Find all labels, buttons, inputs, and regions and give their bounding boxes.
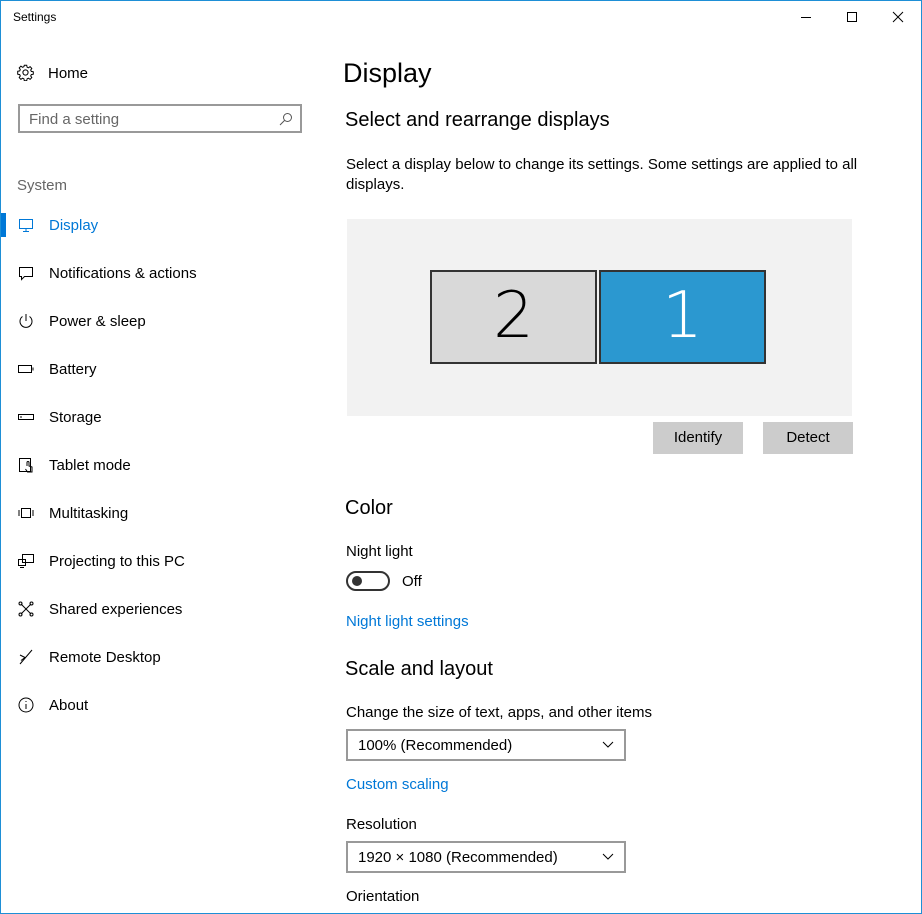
info-icon (18, 697, 34, 713)
search-input[interactable] (29, 110, 269, 128)
section-label-system: System (17, 177, 68, 194)
color-heading: Color (345, 497, 393, 519)
sidebar-item-shared-experiences[interactable]: Shared experiences (1, 585, 321, 633)
night-light-label: Night light (346, 543, 413, 560)
sidebar-item-multitasking[interactable]: Multitasking (1, 489, 321, 537)
display-2-tile[interactable]: 2 (430, 270, 597, 364)
nav-list: Display Notifications & actions Power & … (1, 201, 321, 729)
home-nav-item[interactable]: Home (17, 61, 297, 85)
sidebar-item-label: About (49, 697, 89, 714)
selection-indicator (1, 213, 6, 237)
night-light-state: Off (402, 573, 422, 590)
chevron-down-icon (602, 741, 614, 748)
display-arrangement-area: 2 1 (347, 219, 852, 416)
sidebar-item-label: Tablet mode (49, 457, 131, 474)
gear-icon (17, 64, 34, 81)
chevron-down-icon (602, 853, 614, 860)
scale-value: 100% (Recommended) (358, 737, 513, 754)
tablet-icon (19, 458, 33, 473)
night-light-settings-link[interactable]: Night light settings (346, 613, 469, 630)
monitor-icon (19, 219, 33, 232)
orientation-label: Orientation (346, 888, 420, 905)
sidebar-item-label: Projecting to this PC (49, 553, 185, 570)
sidebar-item-label: Battery (49, 361, 97, 378)
night-light-toggle[interactable] (346, 571, 390, 591)
arrange-description: Select a display below to change its set… (346, 156, 858, 193)
sidebar-item-projecting[interactable]: Projecting to this PC (1, 537, 321, 585)
home-label: Home (48, 65, 89, 82)
minimize-button[interactable] (783, 1, 829, 33)
maximize-icon (847, 12, 857, 22)
detect-button[interactable]: Detect (763, 422, 853, 454)
projecting-icon (18, 554, 34, 568)
sidebar-item-label: Display (49, 217, 99, 234)
sidebar-item-label: Remote Desktop (49, 649, 161, 666)
close-icon (892, 11, 904, 23)
sidebar-item-display[interactable]: Display (1, 201, 321, 249)
settings-window: Settings Home Find a setting System Disp… (0, 0, 922, 914)
search-box[interactable] (18, 104, 302, 133)
sidebar-item-label: Power & sleep (49, 313, 146, 330)
toggle-knob (352, 576, 362, 586)
search-icon (279, 113, 292, 126)
sidebar: Home System (1, 33, 321, 913)
sidebar-item-about[interactable]: About (1, 681, 321, 729)
resolution-dropdown[interactable]: 1920 × 1080 (Recommended) (346, 841, 626, 873)
size-label: Change the size of text, apps, and other… (346, 704, 653, 721)
shared-icon (18, 601, 34, 617)
sidebar-item-tablet-mode[interactable]: Tablet mode (1, 441, 321, 489)
sidebar-item-label: Shared experiences (49, 601, 183, 618)
resolution-label: Resolution (346, 816, 417, 833)
scale-dropdown[interactable]: 100% (Recommended) (346, 729, 626, 761)
page-title: Display (343, 58, 432, 88)
close-button[interactable] (875, 1, 921, 33)
minimize-icon (801, 17, 811, 18)
display-1-tile[interactable]: 1 (599, 270, 766, 364)
power-icon (19, 314, 33, 328)
sidebar-item-label: Storage (49, 409, 102, 426)
remote-desktop-icon (19, 649, 33, 665)
sidebar-item-storage[interactable]: Storage (1, 393, 321, 441)
battery-icon (18, 365, 34, 373)
sidebar-item-power-sleep[interactable]: Power & sleep (1, 297, 321, 345)
main-content: Display Select and rearrange displays Se… (321, 33, 921, 913)
multitasking-icon (18, 508, 34, 518)
notification-icon (19, 267, 33, 281)
maximize-button[interactable] (829, 1, 875, 33)
sidebar-item-label: Notifications & actions (49, 265, 197, 282)
sidebar-item-label: Multitasking (49, 505, 129, 522)
sidebar-item-remote-desktop[interactable]: Remote Desktop (1, 633, 321, 681)
title-bar: Settings (1, 1, 921, 33)
scale-heading: Scale and layout (345, 658, 493, 680)
sidebar-item-battery[interactable]: Battery (1, 345, 321, 393)
storage-icon (18, 414, 34, 420)
custom-scaling-link[interactable]: Custom scaling (346, 776, 449, 793)
arrange-heading: Select and rearrange displays (345, 109, 610, 131)
window-title: Settings (13, 10, 57, 24)
resolution-value: 1920 × 1080 (Recommended) (358, 849, 558, 866)
identify-button[interactable]: Identify (653, 422, 743, 454)
sidebar-item-notifications[interactable]: Notifications & actions (1, 249, 321, 297)
